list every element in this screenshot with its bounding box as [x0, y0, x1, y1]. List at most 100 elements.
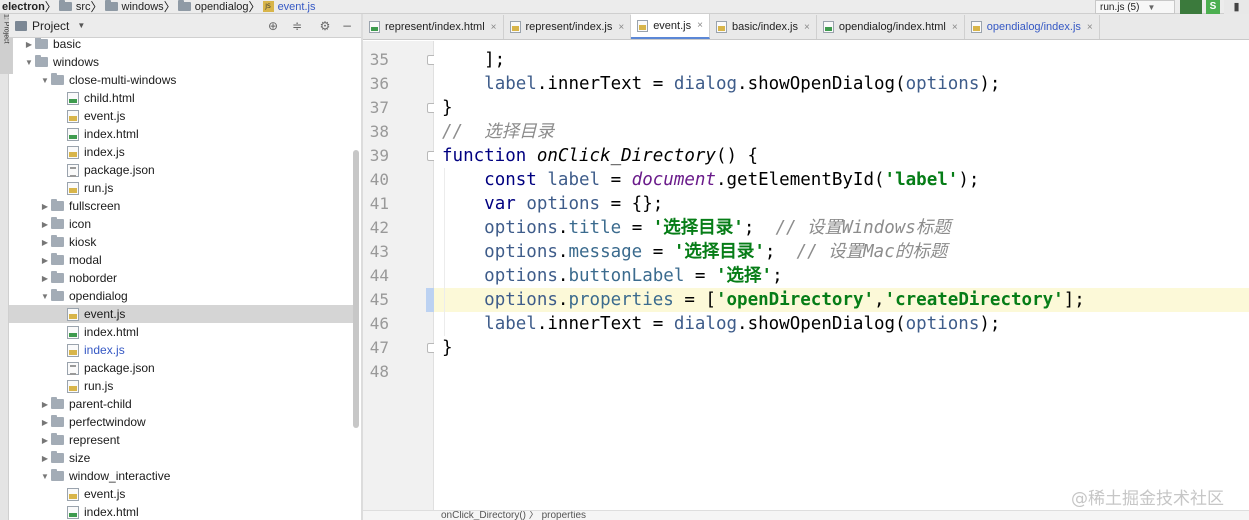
code-line[interactable]: label.innerText = dialog.showOpenDialog(…: [434, 72, 1249, 96]
breadcrumb-item[interactable]: windows: [103, 0, 164, 13]
run-icon[interactable]: [1180, 0, 1202, 14]
editor-tab[interactable]: event.js ×: [631, 14, 710, 39]
tree-folder[interactable]: ▶ represent: [9, 431, 353, 449]
breadcrumb-item[interactable]: opendialog: [176, 0, 249, 13]
breadcrumb-item[interactable]: src: [57, 0, 90, 13]
tree-folder[interactable]: ▼ opendialog: [9, 287, 353, 305]
tree-folder[interactable]: ▶ icon: [9, 215, 353, 233]
code-line[interactable]: ];: [434, 48, 1249, 72]
scroll-from-source-icon[interactable]: ⊕: [265, 18, 281, 34]
chevron-right-icon[interactable]: ▶: [39, 274, 51, 283]
tree-folder[interactable]: ▶ noborder: [9, 269, 353, 287]
code-token: );: [958, 170, 980, 190]
code-line[interactable]: const label = document.getElementById('l…: [434, 168, 1249, 192]
editor-tab[interactable]: opendialog/index.js ×: [965, 15, 1100, 39]
tree-file[interactable]: run.js: [9, 179, 353, 197]
chevron-down-icon[interactable]: ▼: [39, 292, 51, 301]
code-editor[interactable]: ]; label.innerText = dialog.showOpenDial…: [434, 41, 1249, 510]
tree-file[interactable]: child.html: [9, 89, 353, 107]
tree-file[interactable]: event.js: [9, 485, 353, 503]
chevron-right-icon[interactable]: ▶: [39, 418, 51, 427]
code-token: ;: [764, 242, 797, 262]
collapse-all-icon[interactable]: ≑: [289, 18, 305, 34]
chevron-right-icon[interactable]: ▶: [39, 256, 51, 265]
tree-file[interactable]: index.js: [9, 341, 353, 359]
tree-folder[interactable]: ▶ basic: [9, 38, 353, 53]
code-line[interactable]: function onClick_Directory() {: [434, 144, 1249, 168]
chevron-right-icon: 〉: [248, 0, 261, 14]
chevron-down-icon[interactable]: ▼: [39, 472, 51, 481]
hide-panel-icon[interactable]: −: [339, 18, 355, 34]
tree-folder[interactable]: ▶ perfectwindow: [9, 413, 353, 431]
tree-item-label: kiosk: [69, 235, 97, 249]
folder-icon: [35, 55, 48, 67]
debug-button[interactable]: S: [1206, 0, 1220, 14]
chevron-right-icon[interactable]: ▶: [39, 436, 51, 445]
code-line[interactable]: options.message = '选择目录'; // 设置Mac的标题: [434, 240, 1249, 264]
tree-file[interactable]: run.js: [9, 377, 353, 395]
close-icon[interactable]: ×: [1087, 22, 1093, 33]
tree-file[interactable]: index.html: [9, 503, 353, 520]
code-token: // 设置Windows标题: [775, 218, 951, 238]
code-line[interactable]: }: [434, 96, 1249, 120]
code-line[interactable]: [434, 360, 1249, 384]
chevron-right-icon[interactable]: ▶: [23, 40, 35, 49]
tree-folder[interactable]: ▶ modal: [9, 251, 353, 269]
stop-icon[interactable]: ▮: [1224, 0, 1249, 14]
tree-folder[interactable]: ▶ fullscreen: [9, 197, 353, 215]
editor-tab[interactable]: basic/index.js ×: [710, 15, 817, 39]
breadcrumb-item[interactable]: JS event.js: [261, 1, 315, 13]
chevron-down-icon[interactable]: ▼: [23, 58, 35, 67]
code-token: =: [600, 170, 632, 190]
chevron-right-icon[interactable]: ▶: [39, 202, 51, 211]
close-icon[interactable]: ×: [618, 22, 624, 33]
tree-file[interactable]: index.js: [9, 143, 353, 161]
run-configuration-select[interactable]: run.js (5) ▼: [1095, 0, 1175, 14]
code-token: options: [484, 218, 558, 238]
tree-file[interactable]: event.js: [9, 305, 353, 323]
tree-folder[interactable]: ▼ close-multi-windows: [9, 71, 353, 89]
close-icon[interactable]: ×: [952, 22, 958, 33]
tree-folder[interactable]: ▶ kiosk: [9, 233, 353, 251]
project-tree: ▶ basic ▼ windows ▼ close-multi-windows child.…: [9, 38, 353, 520]
code-token: function: [442, 146, 537, 166]
tree-folder[interactable]: ▶ size: [9, 449, 353, 467]
project-tree-scrollbar[interactable]: [353, 150, 359, 428]
close-icon[interactable]: ×: [697, 20, 703, 31]
close-icon[interactable]: ×: [491, 22, 497, 33]
tree-file[interactable]: event.js: [9, 107, 353, 125]
code-line[interactable]: var options = {};: [434, 192, 1249, 216]
code-line[interactable]: // 选择目录: [434, 120, 1249, 144]
code-line[interactable]: }: [434, 336, 1249, 360]
chevron-right-icon[interactable]: ▶: [39, 238, 51, 247]
code-line[interactable]: options.title = '选择目录'; // 设置Windows标题: [434, 216, 1249, 240]
tree-folder[interactable]: ▼ windows: [9, 53, 353, 71]
settings-gear-icon[interactable]: ⚙: [317, 18, 333, 34]
tree-folder[interactable]: ▶ parent-child: [9, 395, 353, 413]
close-icon[interactable]: ×: [804, 22, 810, 33]
chevron-right-icon[interactable]: ▶: [39, 220, 51, 229]
editor-tab[interactable]: opendialog/index.html ×: [817, 15, 965, 39]
tree-file[interactable]: package.json: [9, 359, 353, 377]
editor-tab-bar: represent/index.html × represent/index.js ×…: [363, 14, 1249, 40]
chevron-down-icon[interactable]: ▼: [39, 76, 51, 85]
line-number: 46: [369, 314, 389, 333]
editor-tab[interactable]: represent/index.html ×: [363, 15, 504, 39]
tree-file[interactable]: index.html: [9, 125, 353, 143]
tree-file[interactable]: index.html: [9, 323, 353, 341]
tree-folder[interactable]: ▼ window_interactive: [9, 467, 353, 485]
project-panel-title: Project: [32, 18, 70, 33]
code-line[interactable]: label.innerText = dialog.showOpenDialog(…: [434, 312, 1249, 336]
tree-file[interactable]: package.json: [9, 161, 353, 179]
tree-item-label: index.js: [84, 343, 125, 357]
chevron-right-icon[interactable]: ▶: [39, 454, 51, 463]
code-token: = {};: [600, 194, 664, 214]
code-line[interactable]: options.properties = ['openDirectory','c…: [434, 288, 1249, 312]
code-line[interactable]: options.buttonLabel = '选择';: [434, 264, 1249, 288]
project-view-selector[interactable]: Project ▼: [15, 19, 85, 33]
tree-item-label: index.html: [84, 127, 139, 141]
breadcrumb-item[interactable]: electron: [0, 1, 45, 13]
code-breadcrumb[interactable]: onClick_Directory() 〉 properties: [441, 511, 586, 520]
editor-tab[interactable]: represent/index.js ×: [504, 15, 632, 39]
chevron-right-icon[interactable]: ▶: [39, 400, 51, 409]
